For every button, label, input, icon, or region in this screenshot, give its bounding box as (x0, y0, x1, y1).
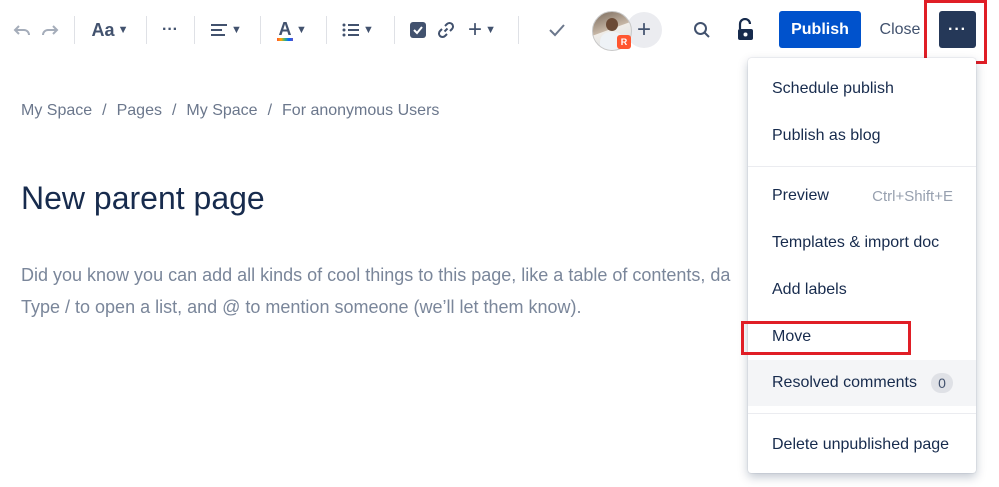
editor-placeholder[interactable]: Did you know you can add all kinds of co… (21, 259, 730, 323)
highlight-box-move (741, 321, 911, 355)
menu-item-label: Add labels (772, 281, 847, 298)
text-color-icon: A (277, 18, 294, 41)
saved-check-icon (546, 20, 568, 40)
chevron-down-icon: ▼ (485, 24, 496, 36)
search-icon (694, 22, 710, 38)
text-style-dropdown[interactable]: Aa ▼ (90, 18, 130, 42)
placeholder-line: Type / to open a list, and @ to mention … (21, 297, 582, 317)
link-button[interactable] (436, 20, 456, 40)
editor-toolbar: Aa ▼ ··· ▼ A ▼ ▼ + ▼ + R Publish Close ·… (0, 0, 999, 64)
menu-divider (748, 166, 976, 167)
publish-button[interactable]: Publish (779, 11, 861, 48)
count-badge: 0 (931, 373, 953, 393)
insert-dropdown[interactable]: + ▼ (462, 16, 502, 44)
unlock-icon (738, 18, 753, 40)
undo-icon[interactable] (12, 20, 32, 40)
menu-item-templates[interactable]: Templates & import doc (748, 220, 976, 266)
menu-item-label: Delete unpublished page (772, 436, 950, 453)
text-style-label: Aa (91, 19, 115, 40)
menu-item-preview[interactable]: Preview Ctrl+Shift+E (748, 173, 976, 219)
menu-item-label: Resolved comments (772, 374, 917, 391)
breadcrumb-separator: / (102, 102, 107, 119)
menu-item-label: Publish as blog (772, 127, 881, 144)
breadcrumb-separator: / (171, 102, 177, 119)
more-formatting-label: ··· (162, 21, 178, 38)
list-dropdown[interactable]: ▼ (340, 18, 376, 42)
keyboard-shortcut: Ctrl+Shift+E (872, 187, 953, 205)
restrictions-button[interactable] (734, 17, 758, 43)
align-left-icon (211, 24, 228, 36)
menu-item-label: Schedule publish (772, 80, 894, 97)
menu-item-label: Templates & import doc (772, 234, 940, 251)
chevron-down-icon: ▼ (296, 24, 307, 36)
chevron-down-icon: ▼ (231, 24, 242, 36)
menu-item-resolved-comments[interactable]: Resolved comments 0 (748, 360, 976, 406)
menu-item-add-labels[interactable]: Add labels (748, 267, 976, 313)
breadcrumb-item[interactable]: My Space (21, 102, 92, 120)
text-color-dropdown[interactable]: A ▼ (274, 16, 310, 44)
breadcrumb-separator: / (267, 102, 273, 119)
menu-item-label: Preview (772, 187, 829, 204)
breadcrumb: My Space / Pages / My Space / For anonym… (21, 102, 439, 120)
menu-item-delete-unpublished[interactable]: Delete unpublished page (748, 422, 976, 468)
action-item-button[interactable] (408, 20, 428, 40)
highlight-box-more-actions (924, 0, 987, 64)
redo-icon[interactable] (40, 20, 60, 40)
more-formatting-button[interactable]: ··· (158, 18, 182, 42)
breadcrumb-item[interactable]: Pages (117, 102, 162, 120)
bullet-list-icon (342, 23, 360, 37)
checkbox-icon (410, 22, 426, 38)
menu-divider (748, 413, 976, 414)
breadcrumb-item[interactable]: My Space (186, 102, 257, 120)
breadcrumb-item[interactable]: For anonymous Users (282, 102, 439, 120)
chevron-down-icon: ▼ (117, 24, 129, 36)
alignment-dropdown[interactable]: ▼ (208, 18, 244, 42)
page-title[interactable]: New parent page (21, 180, 265, 217)
plus-icon: + (636, 16, 651, 43)
menu-item-schedule-publish[interactable]: Schedule publish (748, 66, 976, 112)
plus-icon: + (468, 16, 483, 43)
menu-item-publish-as-blog[interactable]: Publish as blog (748, 113, 976, 159)
close-button[interactable]: Close (872, 11, 928, 48)
placeholder-line: Did you know you can add all kinds of co… (21, 265, 731, 285)
link-icon (437, 21, 455, 39)
collaborator-badge: R (617, 35, 631, 49)
chevron-down-icon: ▼ (363, 24, 374, 36)
search-button[interactable] (692, 20, 712, 40)
more-actions-menu: Schedule publish Publish as blog Preview… (748, 58, 976, 473)
